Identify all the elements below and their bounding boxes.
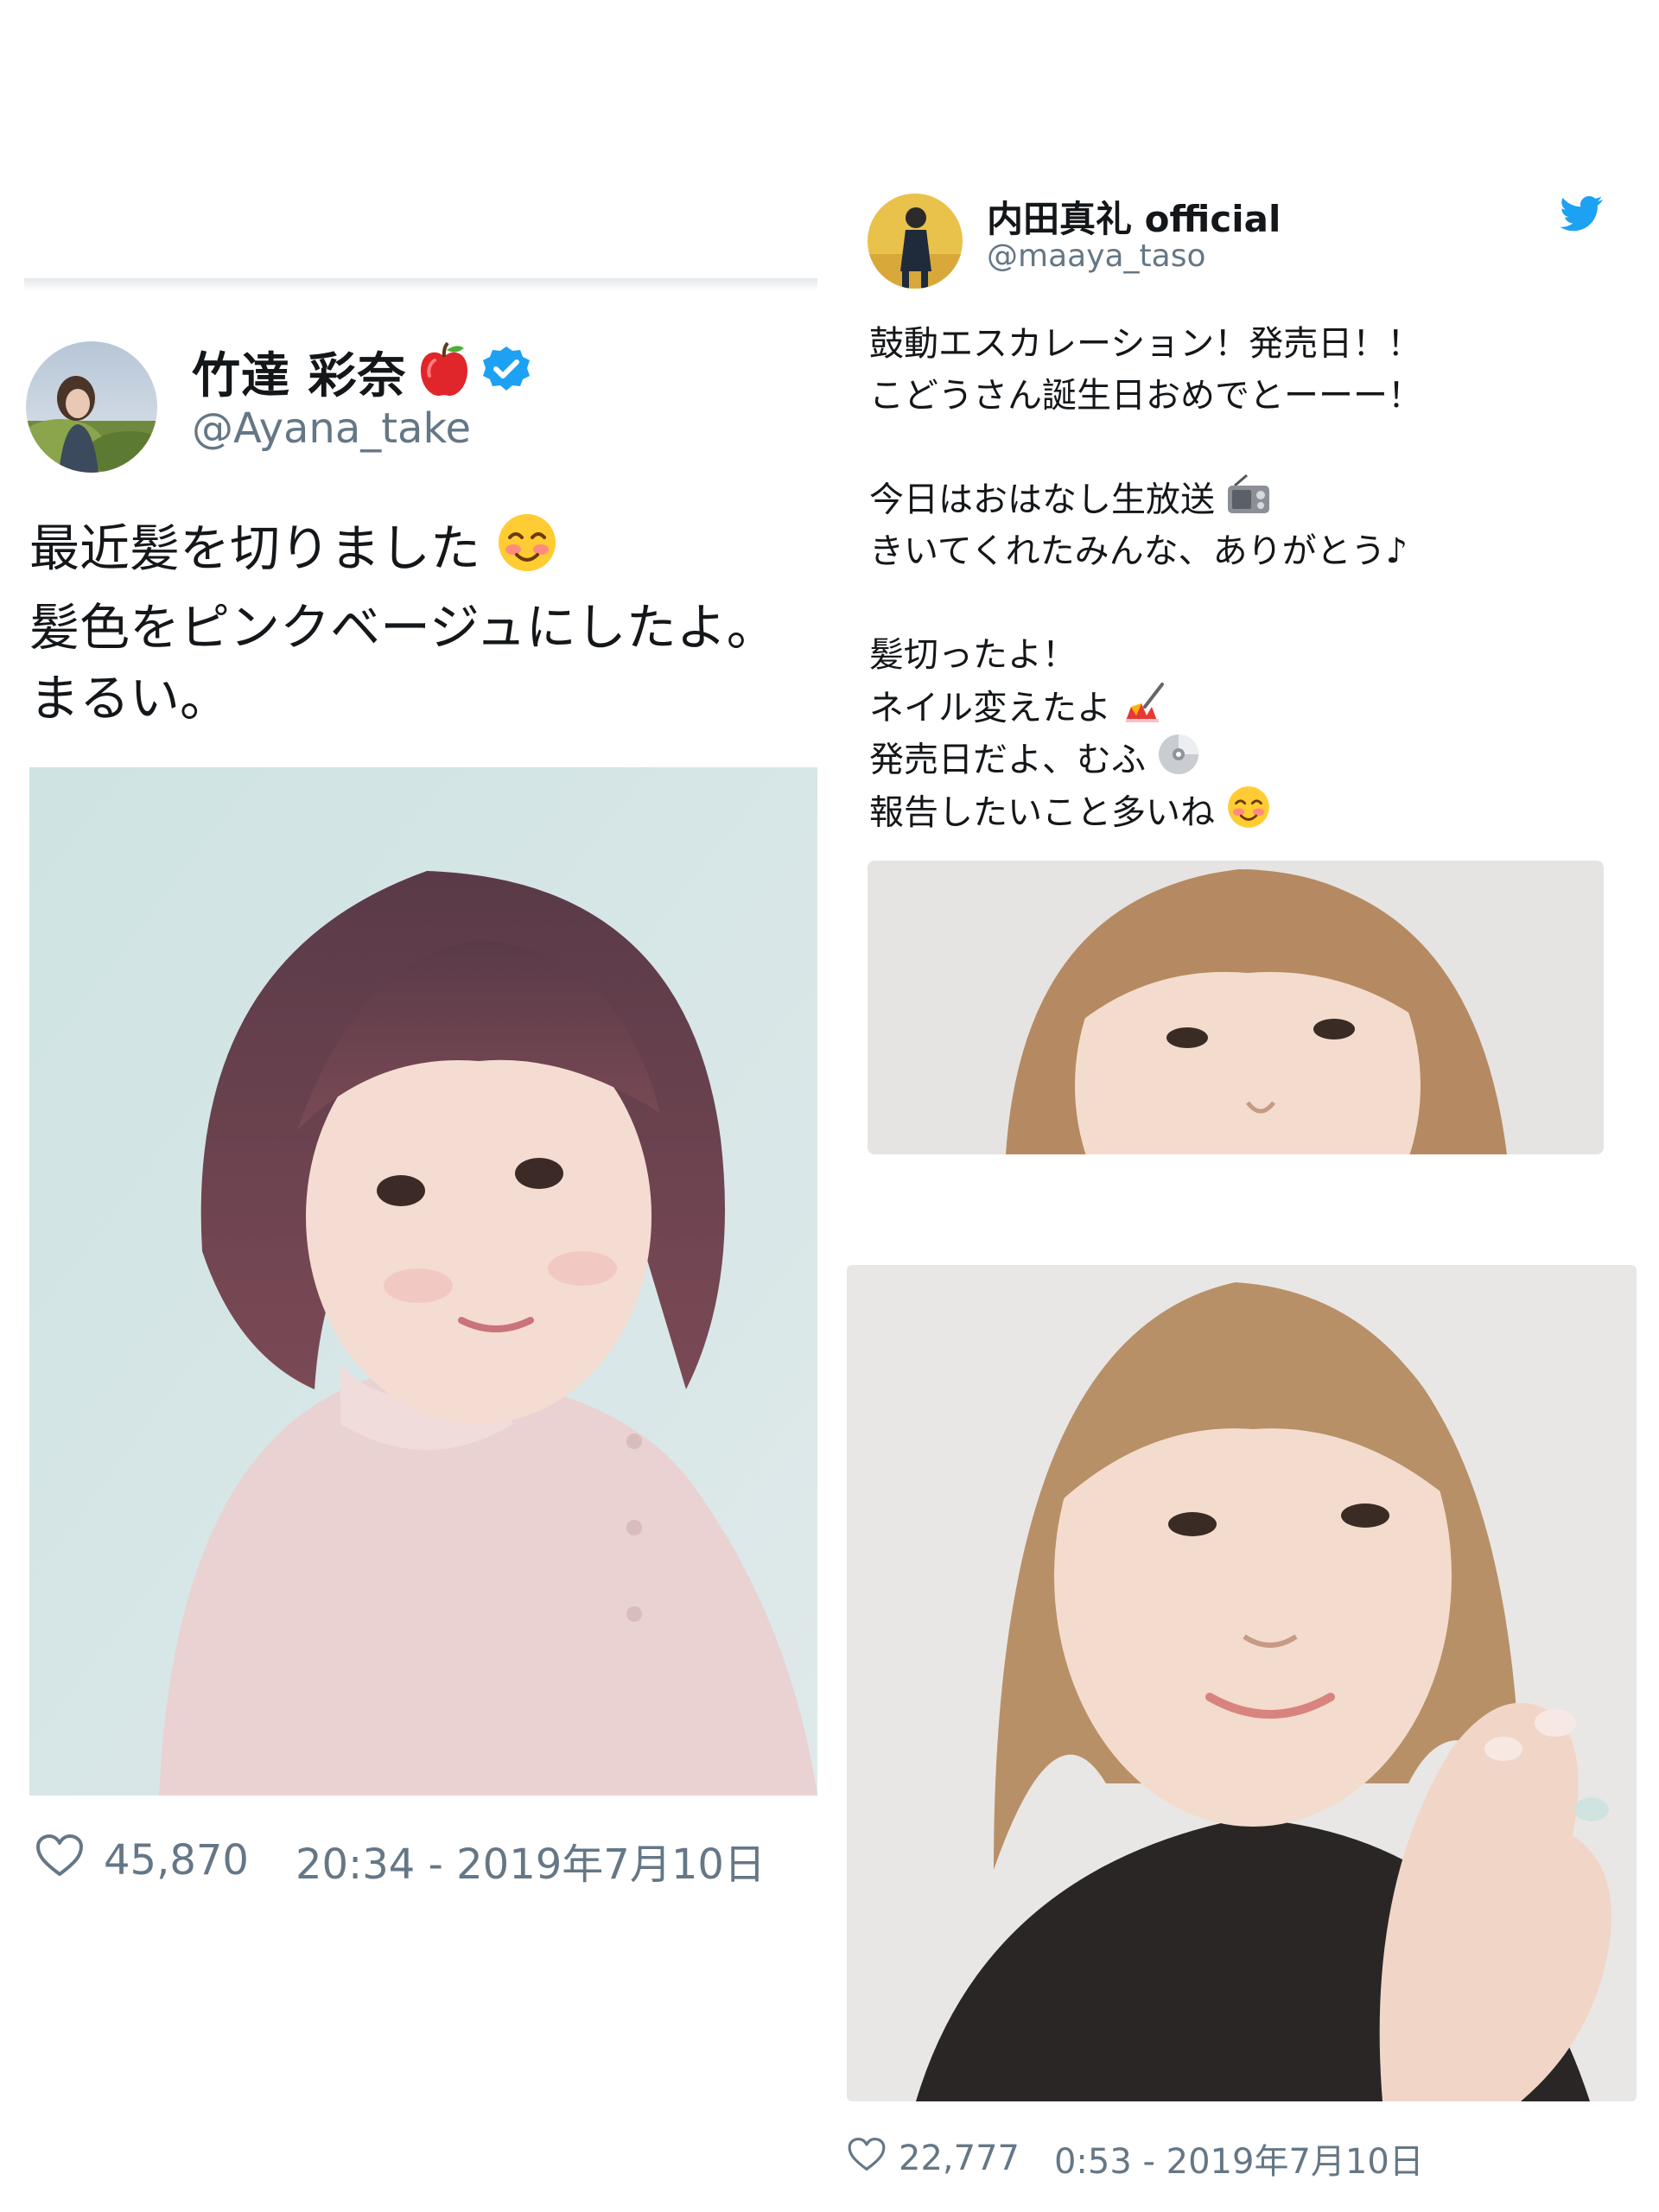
tweet-text-line	[869, 422, 1630, 474]
right-tweet-meta: 22,777 0:53 - 2019年7月10日	[847, 2133, 1424, 2184]
tweet-text-line	[869, 577, 1630, 629]
tweet-text-line: 今日はおはなし生放送	[869, 474, 1630, 525]
tweet-text-line: きいてくれたみんな、ありがとう♪	[869, 531, 1408, 571]
heart-icon[interactable]	[847, 2136, 887, 2181]
left-tweet-avatar[interactable]	[26, 341, 157, 473]
red-apple-icon	[417, 341, 471, 402]
dvd-disc-icon	[1157, 733, 1200, 791]
tweet-text-line: 髪色をピンクベージュにしたよ。	[29, 598, 777, 657]
left-tweet-name-row: 竹達 彩奈	[192, 337, 531, 406]
right-tweet-photo-2[interactable]	[847, 1265, 1637, 2101]
smiling-blushing-face-icon	[1226, 785, 1271, 844]
left-tweet-handle[interactable]: @Ayana_take	[192, 404, 471, 453]
right-tweet-display-name[interactable]: 内田真礼 official	[987, 190, 1281, 243]
verified-badge-icon	[481, 345, 531, 398]
tweet-text-line: ネイル変えたよ	[869, 681, 1630, 733]
right-tweet-handle[interactable]: @maaya_taso	[987, 238, 1206, 274]
tweet-text-line: 発売日だよ、むふ	[869, 733, 1630, 785]
left-tweet-photo[interactable]	[29, 767, 817, 1796]
right-tweet-avatar[interactable]	[868, 194, 963, 289]
tweet-text-line: 報告したいこと多いね	[869, 785, 1630, 836]
radio-icon	[1226, 474, 1271, 530]
tweet-text-line: 髪切ったよ！	[869, 635, 1077, 675]
left-tweet-meta: 45,870 20:34 - 2019年7月10日	[35, 1830, 766, 1891]
right-tweet-photo-1[interactable]	[868, 861, 1604, 1154]
left-tweet-text: 最近髪を切りました 髪色をピンクベージュにしたよ。 まるい。	[29, 512, 807, 734]
twitter-bird-icon[interactable]	[1560, 195, 1604, 232]
right-tweet-text: 鼓動エスカレーション！発売日！！ こどうさん誕生日おめでとーーー！ 今日はおはな…	[869, 318, 1630, 836]
tweet-timestamp[interactable]: 20:34 - 2019年7月10日	[296, 1830, 766, 1891]
left-tweet-display-name[interactable]: 竹達 彩奈	[192, 337, 407, 407]
like-count[interactable]: 22,777	[899, 2139, 1020, 2178]
heart-icon[interactable]	[35, 1833, 85, 1888]
tweet-text-line: 最近髪を切りました	[29, 512, 807, 592]
like-count[interactable]: 45,870	[104, 1836, 249, 1885]
tweet-timestamp[interactable]: 0:53 - 2019年7月10日	[1054, 2133, 1424, 2183]
tweet-text-line: まるい。	[29, 669, 231, 728]
nail-polish-icon	[1122, 681, 1167, 739]
tweet-text-line: 鼓動エスカレーション！発売日！！	[869, 324, 1422, 364]
left-tweet-top-divider	[24, 278, 817, 292]
smiling-blushing-face-icon	[496, 512, 558, 592]
tweet-text-line: こどうさん誕生日おめでとーーー！	[869, 376, 1422, 416]
